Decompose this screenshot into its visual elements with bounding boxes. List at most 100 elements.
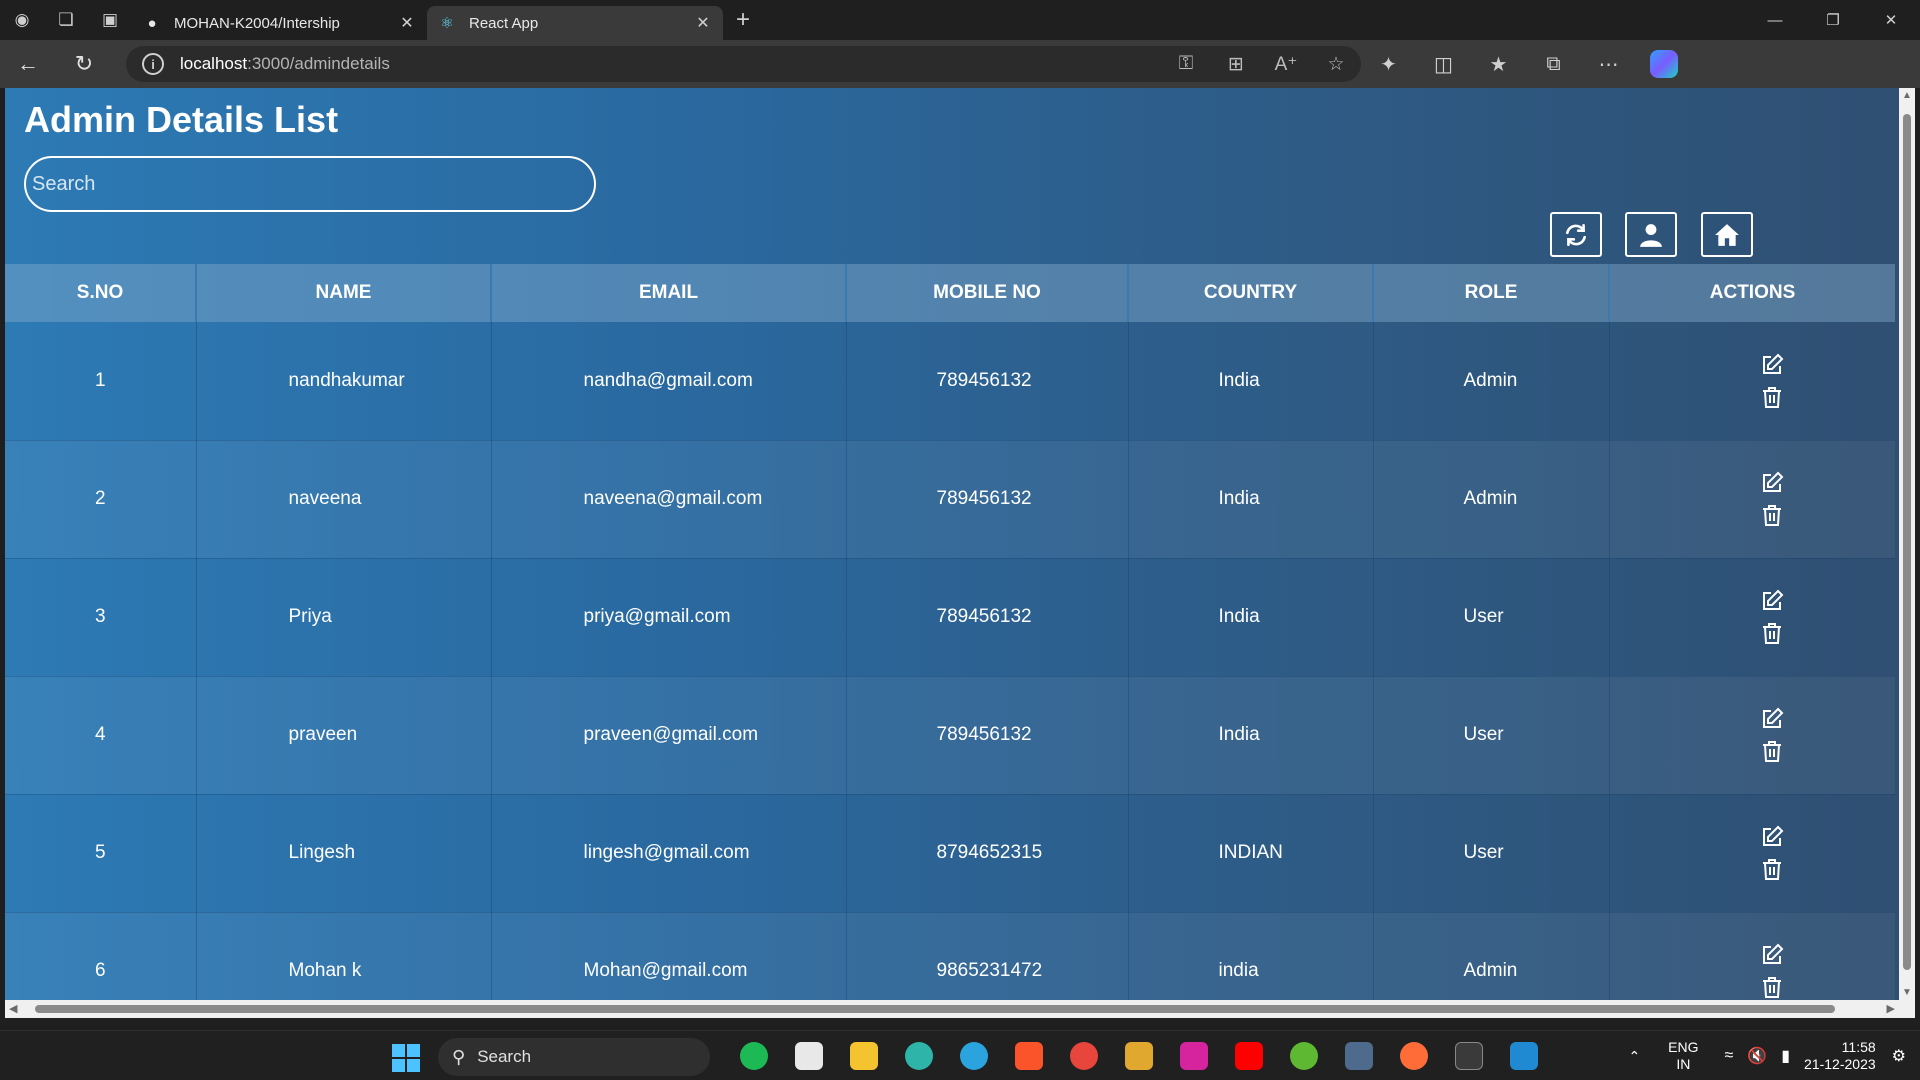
tab-actions-icon[interactable]: ▣ <box>88 0 132 40</box>
table-row: 2 naveena naveena@gmail.com 789456132 In… <box>5 440 1895 559</box>
refresh-list-button[interactable] <box>1550 212 1602 257</box>
edit-icon[interactable] <box>1760 943 1784 967</box>
tab-title: React App <box>469 14 539 32</box>
cell-country: India <box>1128 558 1374 677</box>
url-host: localhost <box>180 54 248 73</box>
volume-muted-icon[interactable]: 🔇 <box>1747 1046 1767 1066</box>
new-tab-button[interactable]: + <box>723 0 763 40</box>
edit-icon[interactable] <box>1760 353 1784 377</box>
search-input[interactable] <box>24 156 596 212</box>
table-header-row: S.NO NAME EMAIL MOBILE NO COUNTRY ROLE A… <box>5 264 1895 322</box>
vscode-icon[interactable] <box>1496 1031 1551 1080</box>
windows-taskbar: ⚲ Search ⌃ ENG IN ≈ 🔇 ▮ 11:58 21-12-2023… <box>0 1030 1920 1080</box>
cell-country: India <box>1128 322 1374 441</box>
close-window-icon[interactable]: ✕ <box>1862 0 1920 40</box>
cell-email: naveena@gmail.com <box>491 440 847 559</box>
clock-date: 21-12-2023 <box>1804 1056 1876 1072</box>
clock[interactable]: 11:58 21-12-2023 <box>1804 1039 1876 1073</box>
tab-close-icon[interactable]: ✕ <box>693 13 713 33</box>
terminal-icon[interactable] <box>1441 1031 1496 1080</box>
cell-mobile: 789456132 <box>846 322 1129 441</box>
workspaces-icon[interactable]: ❏ <box>44 0 88 40</box>
extensions-icon[interactable]: ✦ <box>1361 52 1416 77</box>
language-indicator[interactable]: ENG IN <box>1668 1039 1698 1073</box>
edit-icon[interactable] <box>1760 707 1784 731</box>
cell-country: India <box>1128 676 1374 795</box>
favorite-star-icon[interactable]: ☆ <box>1311 53 1361 76</box>
scroll-up-arrow-icon[interactable]: ▲ <box>1902 90 1912 101</box>
edit-icon[interactable] <box>1760 589 1784 613</box>
more-menu-icon[interactable]: ⋯ <box>1581 52 1636 77</box>
delete-icon[interactable] <box>1760 621 1784 645</box>
page-viewport: Admin Details List S.NO NAME EMAIL MOBIL… <box>5 88 1915 1018</box>
column-header-mobile: MOBILE NO <box>846 264 1129 322</box>
column-header-sno: S.NO <box>5 264 197 322</box>
scroll-down-arrow-icon[interactable]: ▼ <box>1902 987 1912 998</box>
tray-overflow-icon[interactable]: ⌃ <box>1628 1048 1640 1065</box>
horizontal-scrollbar[interactable]: ◀ ▶ <box>5 1000 1915 1018</box>
windows-start-icon[interactable] <box>392 1044 420 1072</box>
collections-icon[interactable]: ⧉ <box>1526 53 1581 76</box>
edge-icon[interactable] <box>891 1031 946 1080</box>
notification-bell-icon[interactable]: ⚙ <box>1892 1046 1906 1066</box>
home-button[interactable] <box>1701 212 1753 257</box>
wifi-icon[interactable]: ≈ <box>1725 1047 1734 1065</box>
battery-icon[interactable]: ▮ <box>1781 1046 1790 1066</box>
delete-icon[interactable] <box>1760 975 1784 999</box>
file-explorer-icon[interactable] <box>836 1031 891 1080</box>
database-tool-icon[interactable] <box>1331 1031 1386 1080</box>
app-available-icon[interactable]: ⊞ <box>1211 53 1261 76</box>
store-icon[interactable] <box>781 1031 836 1080</box>
telegram-icon[interactable] <box>946 1031 1001 1080</box>
vertical-scroll-thumb[interactable] <box>1903 114 1911 970</box>
instagram-icon[interactable] <box>1166 1031 1221 1080</box>
scroll-right-arrow-icon[interactable]: ▶ <box>1887 1002 1895 1015</box>
back-button[interactable]: ← <box>0 40 56 88</box>
cell-email: priya@gmail.com <box>491 558 847 677</box>
tab-github[interactable]: ● MOHAN-K2004/Intership ✕ <box>132 6 427 40</box>
app-bird-icon[interactable] <box>1111 1031 1166 1080</box>
vertical-scrollbar[interactable]: ▲ ▼ <box>1899 88 1915 1000</box>
copilot-icon[interactable] <box>1650 50 1678 78</box>
admin-table: S.NO NAME EMAIL MOBILE NO COUNTRY ROLE A… <box>5 264 1895 1018</box>
split-screen-icon[interactable]: ◫ <box>1416 52 1471 77</box>
lang-line1: ENG <box>1668 1039 1699 1055</box>
table-row: 3 Priya priya@gmail.com 789456132 India … <box>5 558 1895 677</box>
youtube-icon[interactable] <box>1221 1031 1276 1080</box>
scroll-left-arrow-icon[interactable]: ◀ <box>9 1002 17 1015</box>
minimize-icon[interactable]: — <box>1746 0 1804 40</box>
brave-icon[interactable] <box>1001 1031 1056 1080</box>
profile-icon[interactable]: ◉ <box>0 0 44 40</box>
chrome-icon[interactable] <box>1056 1031 1111 1080</box>
edit-icon[interactable] <box>1760 471 1784 495</box>
postman-icon[interactable] <box>1386 1031 1441 1080</box>
edit-icon[interactable] <box>1760 825 1784 849</box>
cell-sno: 4 <box>5 676 197 795</box>
delete-icon[interactable] <box>1760 503 1784 527</box>
cell-actions <box>1609 558 1895 677</box>
taskbar-search[interactable]: ⚲ Search <box>438 1038 710 1076</box>
user-profile-button[interactable] <box>1625 212 1677 257</box>
cell-country: INDIAN <box>1128 794 1374 913</box>
tab-close-icon[interactable]: ✕ <box>397 13 417 33</box>
cell-mobile: 789456132 <box>846 558 1129 677</box>
key-icon[interactable]: ⚿ <box>1161 53 1211 76</box>
leaf-app-icon[interactable] <box>1276 1031 1331 1080</box>
delete-icon[interactable] <box>1760 385 1784 409</box>
column-header-actions: ACTIONS <box>1609 264 1895 322</box>
restore-icon[interactable]: ❐ <box>1804 0 1862 40</box>
cell-role: Admin <box>1373 440 1610 559</box>
delete-icon[interactable] <box>1760 857 1784 881</box>
url-field[interactable]: i localhost:3000/admindetails ⚿ ⊞ A⁺ ☆ <box>126 46 1361 82</box>
tab-title: MOHAN-K2004/Intership <box>174 14 340 32</box>
favorites-icon[interactable]: ★ <box>1471 52 1526 77</box>
lang-line2: IN <box>1676 1056 1691 1072</box>
delete-icon[interactable] <box>1760 739 1784 763</box>
horizontal-scroll-thumb[interactable] <box>35 1005 1835 1013</box>
spotify-icon[interactable] <box>726 1031 781 1080</box>
column-header-email: EMAIL <box>491 264 847 322</box>
read-aloud-icon[interactable]: A⁺ <box>1261 53 1311 76</box>
refresh-button[interactable]: ↻ <box>56 40 112 88</box>
tab-react-app[interactable]: ⚛ React App ✕ <box>427 6 723 40</box>
site-info-icon[interactable]: i <box>142 53 164 75</box>
